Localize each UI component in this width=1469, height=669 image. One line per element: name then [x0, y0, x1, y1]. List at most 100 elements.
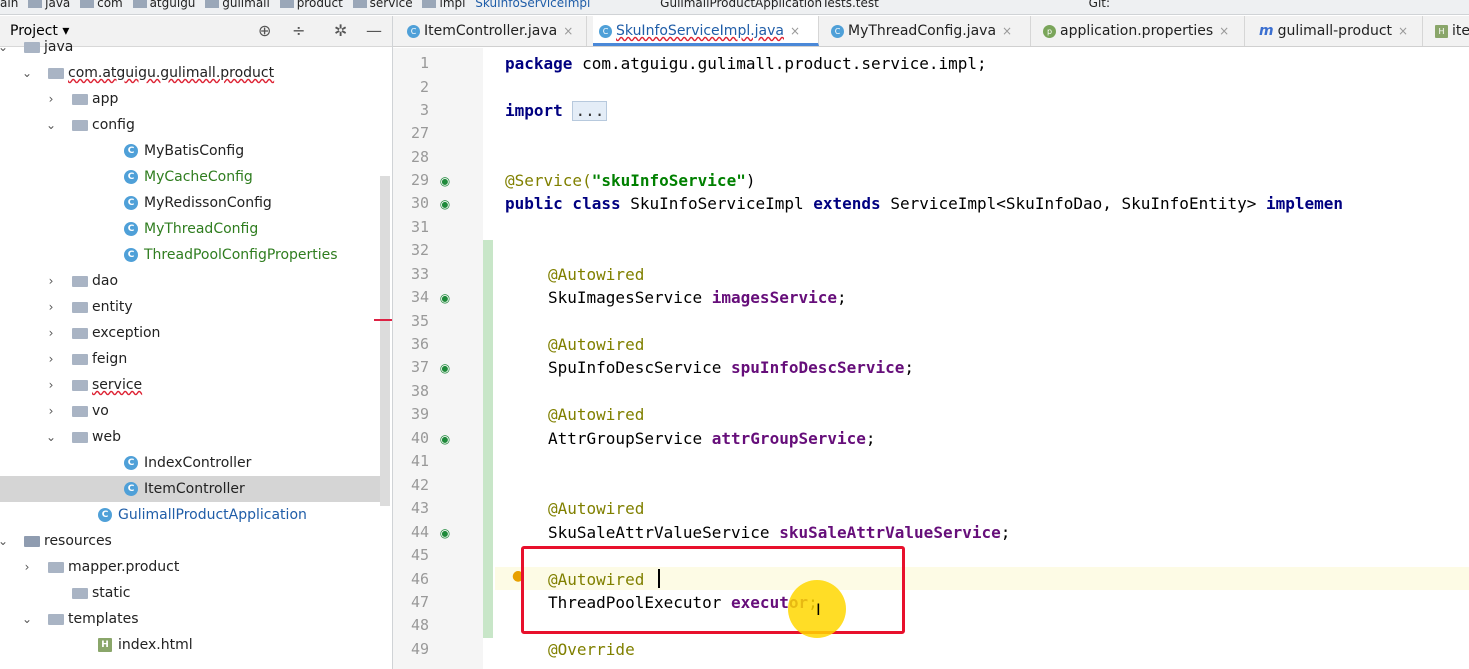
crumb-item[interactable]: impl — [439, 0, 465, 10]
code-line-36: @Autowired — [548, 335, 645, 354]
tree-item-itemcontroller[interactable]: C ItemController — [0, 476, 380, 502]
tree-item-gulimallproductapplication[interactable]: C GulimallProductApplication — [0, 502, 380, 528]
tree-item-app[interactable]: › app — [0, 86, 380, 112]
tree-item-label: java — [44, 39, 74, 55]
crumb-item[interactable]: service — [370, 0, 413, 10]
close-icon[interactable]: × — [790, 24, 800, 38]
tree-item-entity[interactable]: › entity — [0, 294, 380, 320]
crumb-item[interactable]: atguigu — [150, 0, 196, 10]
tree-item-static[interactable]: static — [0, 580, 380, 606]
tree-item-feign[interactable]: › feign — [0, 346, 380, 372]
close-icon[interactable]: × — [1219, 24, 1229, 38]
tree-item-mycacheconfig[interactable]: C MyCacheConfig — [0, 164, 380, 190]
bean-icon[interactable]: ◉ — [437, 432, 453, 446]
tab-skuinfoserviceimpl[interactable]: C SkuInfoServiceImpl.java × — [593, 16, 819, 46]
tree-item-dao[interactable]: › dao — [0, 268, 380, 294]
tree-item-templates[interactable]: ⌄ templates — [0, 606, 380, 632]
bean-icon[interactable]: ◉ — [437, 361, 453, 375]
tree-item-mapper-product[interactable]: › mapper.product — [0, 554, 380, 580]
tab-itemcontroller[interactable]: C ItemController.java × — [401, 16, 587, 46]
tree-item-threadpoolconfigproperties[interactable]: C ThreadPoolConfigProperties — [0, 242, 380, 268]
text-cursor-icon: I — [816, 600, 821, 619]
chevron-right-icon[interactable]: › — [44, 86, 58, 112]
tree-item-label: dao — [92, 273, 119, 289]
class-icon: C — [124, 248, 138, 262]
class-icon: C — [407, 24, 420, 38]
tree-item-label: vo — [92, 403, 109, 419]
crumb-item[interactable]: ain — [0, 0, 18, 10]
line-number: 28 — [410, 148, 429, 166]
crumb-item[interactable]: gulimall — [222, 0, 270, 10]
class-icon: C — [599, 24, 612, 38]
chevron-right-icon[interactable]: › — [44, 294, 58, 320]
project-scrollbar[interactable] — [380, 176, 390, 506]
chevron-down-icon[interactable]: ⌄ — [44, 112, 58, 138]
tab-application-properties[interactable]: p application.properties × — [1037, 16, 1245, 46]
tree-item-label: service — [92, 377, 143, 393]
code-line-1: package com.atguigu.gulimall.product.ser… — [505, 54, 987, 73]
crumb-item[interactable]: product — [297, 0, 343, 10]
chevron-right-icon[interactable]: › — [44, 372, 58, 398]
run-config-selector[interactable]: GulimallProductApplicationTests.test — [660, 0, 879, 10]
chevron-right-icon[interactable]: › — [44, 346, 58, 372]
properties-icon: p — [1043, 24, 1056, 38]
line-number: 37 — [410, 358, 429, 376]
line-number: 1 — [419, 54, 429, 72]
chevron-right-icon[interactable]: › — [44, 398, 58, 424]
folder-icon — [352, 0, 367, 8]
tab-gulimall-product[interactable]: m gulimall-product × — [1253, 16, 1423, 46]
crumb-item[interactable]: SkuInfoServiceImpl — [475, 0, 590, 10]
close-icon[interactable]: × — [1398, 24, 1408, 38]
chevron-right-icon[interactable]: › — [44, 320, 58, 346]
tree-item-label: config — [92, 117, 135, 133]
code-line-29: @Service("skuInfoService") — [505, 171, 756, 190]
bean-icon[interactable]: ◉ — [437, 291, 453, 305]
tree-item-label: com.atguigu.gulimall.product — [68, 65, 275, 81]
chevron-down-icon[interactable]: ⌄ — [20, 60, 34, 86]
line-number: 35 — [410, 312, 429, 330]
line-number: 41 — [410, 452, 429, 470]
tree-item-mybatisconfig[interactable]: C MyBatisConfig — [0, 138, 380, 164]
bean-icon[interactable]: ◉ — [437, 197, 453, 211]
bean-icon[interactable]: ◉ — [437, 526, 453, 540]
chevron-right-icon[interactable]: › — [20, 554, 34, 580]
line-number: 33 — [410, 265, 429, 283]
class-icon: C — [98, 508, 112, 522]
crumb-item[interactable]: com — [97, 0, 123, 10]
class-icon: C — [124, 170, 138, 184]
class-icon: C — [124, 456, 138, 470]
close-icon[interactable]: × — [1002, 24, 1012, 38]
tree-item-config[interactable]: ⌄ config — [0, 112, 380, 138]
tree-item-label: IndexController — [144, 455, 252, 471]
close-icon[interactable]: × — [563, 24, 573, 38]
tree-item-service[interactable]: › service — [0, 372, 380, 398]
code-line-37: SpuInfoDescService spuInfoDescService; — [548, 358, 915, 377]
crumb-item[interactable]: java — [45, 0, 70, 10]
tab-mythreadconfig[interactable]: C MyThreadConfig.java × — [825, 16, 1031, 46]
tab-label: ite — [1452, 23, 1469, 39]
tree-item-resources[interactable]: ⌄ resources — [0, 528, 380, 554]
tree-item-indexcontroller[interactable]: C IndexController — [0, 450, 380, 476]
tree-item-mythreadconfig[interactable]: C MyThreadConfig — [0, 216, 380, 242]
tree-item-java[interactable]: ⌄ java — [0, 34, 380, 60]
tree-item-web[interactable]: ⌄ web — [0, 424, 380, 450]
class-icon: C — [124, 222, 138, 236]
chevron-down-icon[interactable]: ⌄ — [0, 34, 10, 60]
tree-item-exception[interactable]: › exception — [0, 320, 380, 346]
tree-item-label: templates — [68, 611, 139, 627]
chevron-right-icon[interactable]: › — [44, 268, 58, 294]
folded-imports[interactable]: ... — [572, 101, 608, 121]
leaf-icon[interactable]: ◉ — [437, 174, 453, 188]
folder-icon — [72, 380, 88, 391]
chevron-down-icon[interactable]: ⌄ — [20, 606, 34, 632]
tree-item-vo[interactable]: › vo — [0, 398, 380, 424]
chevron-down-icon[interactable]: ⌄ — [0, 528, 10, 554]
tab-ite[interactable]: Hite — [1429, 16, 1469, 46]
tree-item-label: ThreadPoolConfigProperties — [144, 247, 338, 263]
tree-item-com-atguigu-gulimall-product[interactable]: ⌄ com.atguigu.gulimall.product — [0, 60, 380, 86]
tree-item-label: static — [92, 585, 131, 601]
tree-item-myredissonconfig[interactable]: C MyRedissonConfig — [0, 190, 380, 216]
package-icon — [48, 68, 64, 79]
chevron-down-icon[interactable]: ⌄ — [44, 424, 58, 450]
tree-item-index-html[interactable]: Hindex.html — [0, 632, 380, 658]
